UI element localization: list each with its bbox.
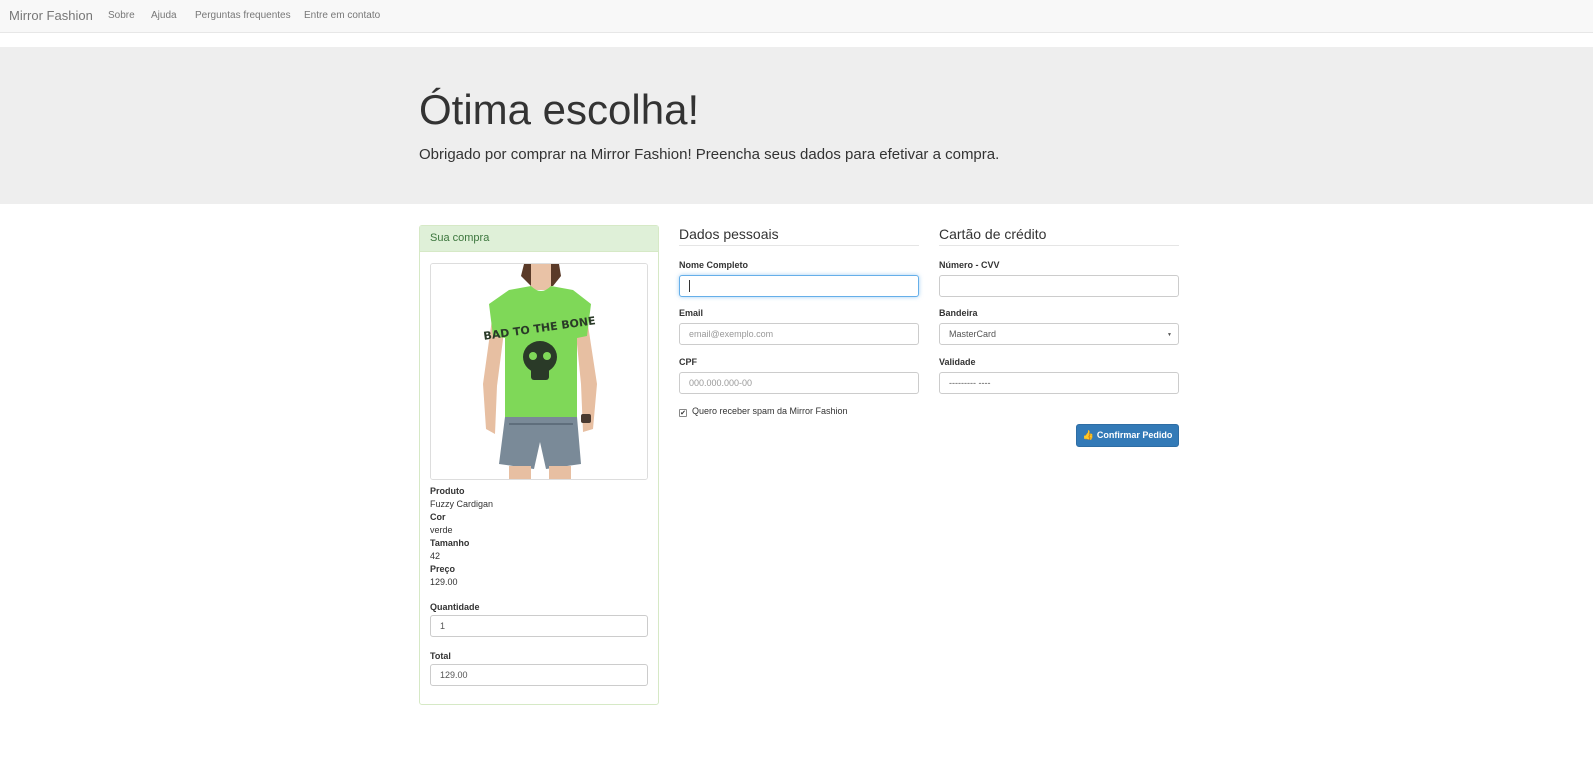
quantity-input[interactable]: 1 (430, 615, 648, 637)
personal-data-title: Dados pessoais (679, 226, 919, 246)
full-name-input[interactable] (679, 275, 919, 297)
validity-input[interactable]: --------- ---- (939, 372, 1179, 394)
email-input[interactable]: email@exemplo.com (679, 323, 919, 345)
card-brand-select[interactable]: MasterCard ▼ (939, 323, 1179, 345)
full-name-label: Nome Completo (679, 260, 749, 270)
color-value: verde (430, 525, 453, 535)
spam-checkbox-label: Quero receber spam da Mirror Fashion (692, 406, 848, 416)
size-value: 42 (430, 551, 441, 561)
price-label: Preço (430, 564, 456, 574)
navbar: Mirror Fashion Sobre Ajuda Perguntas fre… (0, 0, 1593, 33)
purchase-panel-heading: Sua compra (420, 226, 658, 252)
checkbox-checked-icon[interactable]: ✔ (679, 409, 687, 417)
thumbs-up-icon: 👍 (1082, 430, 1094, 440)
nav-link-ajuda[interactable]: Ajuda (151, 10, 177, 21)
nav-link-sobre[interactable]: Sobre (108, 10, 135, 21)
credit-card-title: Cartão de crédito (939, 226, 1179, 246)
confirm-order-button[interactable]: 👍 Confirmar Pedido (1076, 424, 1179, 447)
nav-link-faq[interactable]: Perguntas frequentes (195, 10, 291, 21)
product-value: Fuzzy Cardigan (430, 499, 494, 509)
select-arrow-icon: ▼ (1167, 332, 1172, 338)
product-details: Produto Fuzzy Cardigan Cor verde Tamanho… (430, 485, 493, 589)
product-image: BAD TO THE BONE (430, 263, 648, 480)
product-label: Produto (430, 486, 465, 496)
card-brand-selected: MasterCard (949, 329, 997, 339)
cpf-label: CPF (679, 357, 697, 367)
email-label: Email (679, 308, 704, 318)
page-subtitle: Obrigado por comprar na Mirror Fashion! … (419, 146, 1000, 163)
cpf-input[interactable]: 000.000.000-00 (679, 372, 919, 394)
purchase-panel: Sua compra BAD TO THE BONE Produto Fuzzy… (419, 225, 659, 705)
size-label: Tamanho (430, 538, 470, 548)
jumbotron: Ótima escolha! Obrigado por comprar na M… (0, 47, 1593, 204)
color-label: Cor (430, 512, 446, 522)
page-title: Ótima escolha! (419, 86, 700, 133)
nav-link-contato[interactable]: Entre em contato (304, 10, 380, 21)
confirm-order-label: Confirmar Pedido (1096, 430, 1173, 440)
card-number-label: Número - CVV (939, 260, 1000, 270)
price-value: 129.00 (430, 577, 458, 587)
validity-label: Validade (939, 357, 976, 367)
spam-checkbox[interactable]: ✔ Quero receber spam da Mirror Fashion (679, 406, 848, 417)
quantity-label: Quantidade (430, 602, 480, 612)
total-field[interactable]: 129.00 (430, 664, 648, 686)
text-caret (689, 280, 690, 292)
card-number-input[interactable] (939, 275, 1179, 297)
card-brand-label: Bandeira (939, 308, 978, 318)
product-photo-illustration: BAD TO THE BONE (431, 264, 647, 479)
total-label: Total (430, 651, 451, 661)
brand-link[interactable]: Mirror Fashion (9, 8, 93, 23)
